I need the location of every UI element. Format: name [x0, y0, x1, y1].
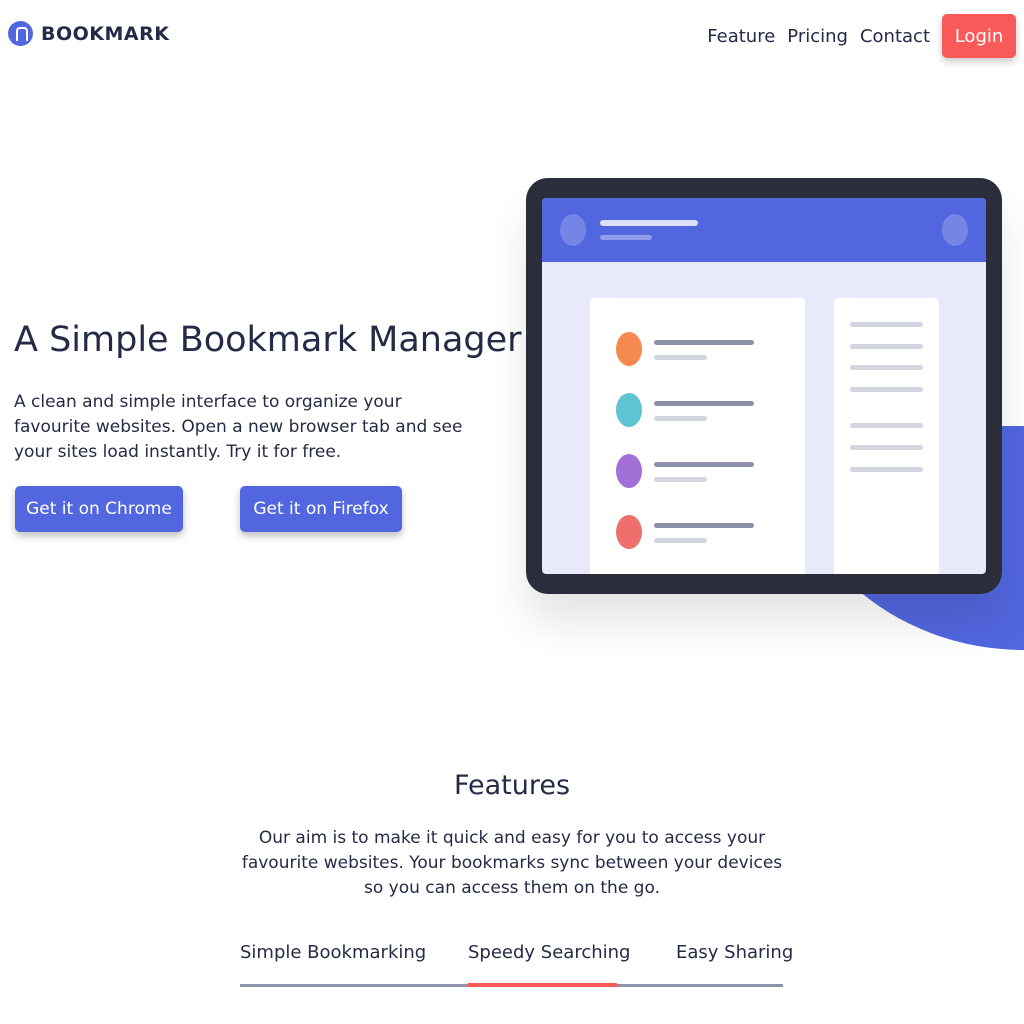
- illustration-line: [654, 538, 707, 543]
- illustration-line: [654, 462, 754, 467]
- illustration-dot: [616, 454, 642, 488]
- illustration-line: [654, 523, 754, 528]
- tab-easy-sharing[interactable]: Easy Sharing: [676, 942, 793, 963]
- illustration-screen: [542, 198, 986, 574]
- login-button[interactable]: Login: [942, 14, 1016, 58]
- illustration-list-card: [590, 298, 805, 574]
- get-firefox-button[interactable]: Get it on Firefox: [240, 486, 402, 532]
- tab-simple-bookmarking[interactable]: Simple Bookmarking: [240, 942, 426, 963]
- illustration-line: [600, 220, 698, 226]
- illustration-line: [850, 344, 923, 349]
- features-description: Our aim is to make it quick and easy for…: [241, 828, 783, 898]
- bookmark-icon: [8, 21, 33, 46]
- illustration-dot: [616, 515, 642, 549]
- illustration-line: [850, 365, 923, 370]
- hero-description: A clean and simple interface to organize…: [14, 392, 463, 462]
- features-tabs: Simple Bookmarking Speedy Searching Easy…: [240, 938, 793, 990]
- illustration-dot: [616, 393, 642, 427]
- illustration-line: [850, 467, 923, 472]
- nav-feature[interactable]: Feature: [707, 26, 775, 47]
- illustration-avatar-icon: [560, 214, 586, 246]
- illustration-line: [654, 477, 707, 482]
- illustration-line: [850, 387, 923, 392]
- illustration-header: [542, 198, 986, 262]
- nav-contact[interactable]: Contact: [860, 26, 930, 47]
- illustration-avatar-icon: [942, 214, 968, 246]
- nav-pricing[interactable]: Pricing: [787, 26, 848, 47]
- illustration-line: [600, 235, 652, 240]
- hero-title: A Simple Bookmark Manager: [14, 320, 522, 360]
- illustration-line: [850, 445, 923, 450]
- illustration-side-card: [834, 298, 939, 574]
- illustration-line: [654, 416, 707, 421]
- logo[interactable]: BOOKMARK: [8, 21, 169, 46]
- illustration-line: [850, 322, 923, 327]
- illustration-line: [654, 401, 754, 406]
- active-tab-indicator: [468, 983, 617, 987]
- illustration-line: [850, 423, 923, 428]
- illustration-dot: [616, 332, 642, 366]
- features-title: Features: [453, 770, 571, 801]
- logo-text: BOOKMARK: [41, 22, 170, 45]
- get-chrome-button[interactable]: Get it on Chrome: [15, 486, 183, 532]
- tab-speedy-searching[interactable]: Speedy Searching: [468, 942, 630, 963]
- main-nav: Feature Pricing Contact Login: [707, 14, 1016, 58]
- hero-illustration: [526, 178, 1002, 594]
- illustration-line: [654, 340, 754, 345]
- illustration-line: [654, 355, 707, 360]
